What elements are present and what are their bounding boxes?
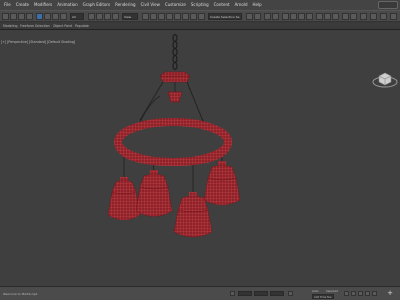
material-editor-icon[interactable] bbox=[306, 13, 313, 20]
go-to-end-icon[interactable] bbox=[372, 291, 377, 296]
previous-frame-icon[interactable] bbox=[351, 291, 356, 296]
menu-help[interactable]: Help bbox=[253, 0, 262, 10]
perspective-viewport[interactable]: [+] [Perspective] [Standard] [Default Sh… bbox=[0, 30, 400, 286]
menu-modifiers[interactable]: Modifiers bbox=[34, 0, 52, 10]
grid-info: Auto bbox=[312, 289, 319, 293]
undo-icon[interactable] bbox=[2, 13, 9, 20]
render-in-cloud-icon[interactable] bbox=[342, 13, 349, 20]
menu-customize[interactable]: Customize bbox=[165, 0, 186, 10]
arnold-render-icon[interactable] bbox=[380, 13, 387, 20]
curve-editor-icon[interactable] bbox=[290, 13, 297, 20]
move-icon[interactable] bbox=[88, 13, 95, 20]
play-icon[interactable] bbox=[358, 291, 363, 296]
menu-civil-view[interactable]: Civil View bbox=[141, 0, 160, 10]
toggle-scene-explorer-icon[interactable] bbox=[264, 13, 271, 20]
arnold-light-icon[interactable] bbox=[390, 13, 397, 20]
percent-snap-icon[interactable] bbox=[182, 13, 189, 20]
selection-filter-dropdown[interactable]: All bbox=[70, 13, 84, 20]
chandelier-model[interactable] bbox=[0, 30, 400, 286]
tab-object-paint[interactable]: Object Paint bbox=[53, 22, 72, 30]
y-coordinate-field[interactable] bbox=[254, 291, 268, 296]
menu-graph-editors[interactable]: Graph Editors bbox=[83, 0, 110, 10]
menu-bar: File Create Modifiers Animation Graph Ed… bbox=[0, 0, 400, 10]
x-coordinate-field[interactable] bbox=[238, 291, 252, 296]
toggle-layer-explorer-icon[interactable] bbox=[272, 13, 279, 20]
lock-selection-icon[interactable] bbox=[230, 291, 235, 296]
placement-icon[interactable] bbox=[112, 13, 119, 20]
menu-content[interactable]: Content bbox=[214, 0, 230, 10]
redo-icon[interactable] bbox=[10, 13, 17, 20]
menu-scripting[interactable]: Scripting bbox=[191, 0, 209, 10]
zoom-icon[interactable]: + bbox=[386, 289, 394, 297]
canopy-cap bbox=[159, 71, 191, 77]
maxscript-listener-icon[interactable] bbox=[370, 13, 377, 20]
chain bbox=[172, 33, 178, 71]
lamp-right bbox=[203, 161, 241, 206]
select-manipulate-icon[interactable] bbox=[150, 13, 157, 20]
pivot-center-icon[interactable] bbox=[142, 13, 149, 20]
link-icon[interactable] bbox=[18, 13, 25, 20]
canopy bbox=[159, 75, 191, 83]
ring-front bbox=[114, 141, 232, 167]
named-sets-icon[interactable] bbox=[198, 13, 205, 20]
snaps-toggle-icon[interactable] bbox=[166, 13, 173, 20]
tab-selection[interactable]: Selection bbox=[35, 22, 50, 30]
mirror-icon[interactable] bbox=[246, 13, 253, 20]
workspace-icon[interactable] bbox=[378, 1, 398, 9]
unlink-icon[interactable] bbox=[26, 13, 33, 20]
rendered-frame-window-icon[interactable] bbox=[324, 13, 331, 20]
spinner-snap-icon[interactable] bbox=[190, 13, 197, 20]
tab-modeling[interactable]: Modeling bbox=[3, 22, 18, 30]
tab-populate[interactable]: Populate bbox=[75, 22, 89, 30]
tab-freeform[interactable]: Freeform bbox=[20, 22, 34, 30]
menu-file[interactable]: File bbox=[4, 0, 11, 10]
schematic-view-icon[interactable] bbox=[298, 13, 305, 20]
center-hub bbox=[167, 91, 183, 103]
scale-icon[interactable] bbox=[104, 13, 111, 20]
ribbon: Modeling Freeform Selection Object Paint… bbox=[0, 22, 400, 30]
next-frame-icon[interactable] bbox=[365, 291, 370, 296]
keyboard-shortcut-icon[interactable] bbox=[158, 13, 165, 20]
select-by-name-icon[interactable] bbox=[44, 13, 51, 20]
viewcube-icon[interactable] bbox=[372, 70, 398, 88]
render-setup-icon[interactable] bbox=[316, 13, 323, 20]
isolate-selection-icon[interactable] bbox=[288, 291, 293, 296]
main-toolbar: All View Create Selection Se bbox=[0, 10, 400, 22]
menu-rendering[interactable]: Rendering bbox=[115, 0, 135, 10]
maxscript-status: Welcome to MAXScript. bbox=[3, 292, 38, 296]
window-crossing-icon[interactable] bbox=[60, 13, 67, 20]
menu-arnold[interactable]: Arnold bbox=[235, 0, 248, 10]
go-to-start-icon[interactable] bbox=[344, 291, 349, 296]
selected-label: Selected bbox=[326, 289, 339, 293]
menu-animation[interactable]: Animation bbox=[57, 0, 77, 10]
add-time-tag-field[interactable]: Add Time Tag bbox=[312, 294, 334, 299]
status-bar: Welcome to MAXScript. Auto Selected bbox=[0, 286, 400, 300]
lamp-front-left bbox=[135, 170, 173, 217]
render-production-icon[interactable] bbox=[332, 13, 339, 20]
lamp-left bbox=[107, 177, 141, 221]
align-icon[interactable] bbox=[254, 13, 261, 20]
a360-gallery-icon[interactable] bbox=[350, 13, 357, 20]
rotate-icon[interactable] bbox=[96, 13, 103, 20]
select-object-icon[interactable] bbox=[36, 13, 43, 20]
z-coordinate-field[interactable] bbox=[270, 291, 284, 296]
project-folder-icon[interactable] bbox=[360, 13, 367, 20]
reference-coordinate-dropdown[interactable]: View bbox=[122, 13, 138, 20]
toggle-ribbon-icon[interactable] bbox=[282, 13, 289, 20]
angle-snap-icon[interactable] bbox=[174, 13, 181, 20]
menu-create[interactable]: Create bbox=[16, 0, 29, 10]
named-selection-sets-dropdown[interactable]: Create Selection Se bbox=[208, 13, 242, 20]
rectangular-selection-icon[interactable] bbox=[52, 13, 59, 20]
